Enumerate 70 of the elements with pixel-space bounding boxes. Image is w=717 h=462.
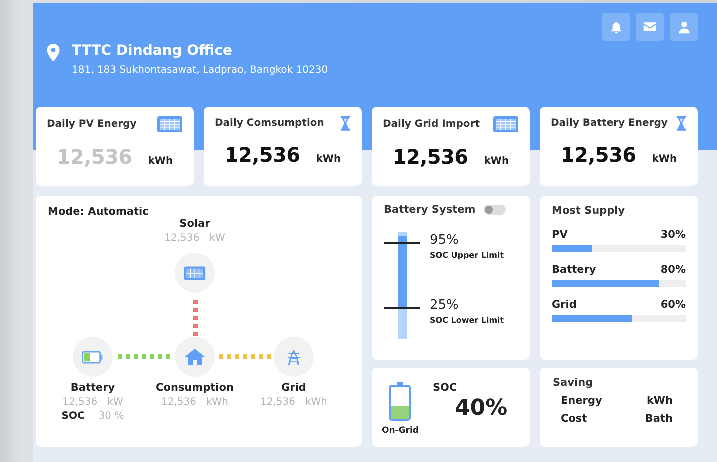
- kpi-title: Daily Battery Energy: [551, 118, 668, 129]
- supply-percent: 30%: [660, 229, 686, 241]
- supply-percent: 60%: [660, 299, 686, 311]
- node-value: 12,536: [161, 397, 196, 408]
- node-value: 12,536: [260, 397, 296, 408]
- notifications-button[interactable]: [602, 13, 630, 41]
- supply-label: Grid: [552, 299, 577, 311]
- power-pylon-icon: [287, 348, 301, 366]
- house-icon: [185, 349, 205, 365]
- envelope-icon: [643, 20, 657, 34]
- node-label: Battery: [70, 382, 116, 394]
- node-label: Consumption: [155, 382, 235, 394]
- saving-unit: kWh: [646, 395, 673, 407]
- node-unit: kWh: [305, 397, 328, 408]
- limit-marker[interactable]: [384, 306, 420, 309]
- limit-marker[interactable]: [384, 242, 420, 244]
- limit-label: SOC Lower Limit: [430, 316, 504, 325]
- site-title: TTTC Dindang Office: [72, 43, 234, 59]
- kpi-value: 12,536: [392, 145, 468, 169]
- soc-value: 30 %: [98, 411, 124, 422]
- saving-unit: Bath: [645, 413, 673, 425]
- card-title: Most Supply: [552, 205, 626, 217]
- kpi-unit: kWh: [652, 154, 678, 165]
- kpi-title: Daily Grid Import: [383, 119, 480, 130]
- location-pin-icon: [47, 44, 60, 62]
- messages-button[interactable]: [636, 13, 664, 41]
- battery-icon: [389, 382, 412, 421]
- card-title: Saving: [553, 377, 594, 389]
- node-unit: kW: [108, 397, 124, 408]
- saving-label: Cost: [561, 413, 588, 425]
- solar-panel-icon: [184, 266, 206, 280]
- supply-percent: 80%: [660, 264, 686, 276]
- mode-label: Mode:: [48, 206, 84, 218]
- mode-value: Automatic: [88, 206, 149, 218]
- kpi-unit: kWh: [484, 156, 510, 167]
- soc-range-fill: [398, 236, 407, 308]
- node-value: 12,536: [62, 397, 98, 408]
- supply-label: PV: [552, 229, 568, 241]
- node-label: Solar: [178, 218, 212, 230]
- grid-status: On-Grid: [382, 426, 419, 436]
- hourglass-icon: [676, 116, 687, 131]
- profile-button[interactable]: [670, 13, 698, 41]
- kpi-value: 12,536: [56, 145, 132, 169]
- card-title: Battery System: [384, 204, 476, 216]
- kpi-unit: kWh: [316, 154, 342, 165]
- kpi-title: Daily PV Energy: [47, 119, 137, 130]
- kpi-unit: kWh: [148, 156, 174, 167]
- battery-icon: [82, 350, 104, 364]
- solar-panel-icon: [493, 116, 519, 133]
- node-label: Grid: [280, 382, 308, 394]
- soc-label: SOC: [62, 411, 85, 422]
- user-icon: [678, 20, 690, 34]
- bell-icon: [610, 20, 622, 34]
- kpi-value: 12,536: [224, 143, 300, 167]
- hourglass-icon: [340, 116, 351, 131]
- toggle-switch[interactable]: [484, 205, 506, 215]
- soc-label: SOC: [432, 382, 458, 394]
- saving-label: Energy: [561, 395, 602, 407]
- site-address: 181, 183 Sukhontasawat, Ladprao, Bangkok 10230: [72, 65, 328, 76]
- kpi-title: Daily Comsumption: [215, 118, 324, 129]
- limit-value: 25%: [430, 298, 460, 313]
- limit-label: SOC Upper Limit: [430, 250, 504, 260]
- soc-percent: 40%: [454, 396, 508, 421]
- node-unit: kWh: [206, 397, 229, 408]
- limit-value: 95%: [430, 232, 460, 248]
- kpi-value: 12,536: [560, 143, 636, 167]
- node-value: 12,536: [164, 233, 200, 244]
- node-unit: kW: [210, 233, 226, 244]
- supply-label: Battery: [552, 264, 596, 276]
- solar-panel-icon: [157, 116, 183, 133]
